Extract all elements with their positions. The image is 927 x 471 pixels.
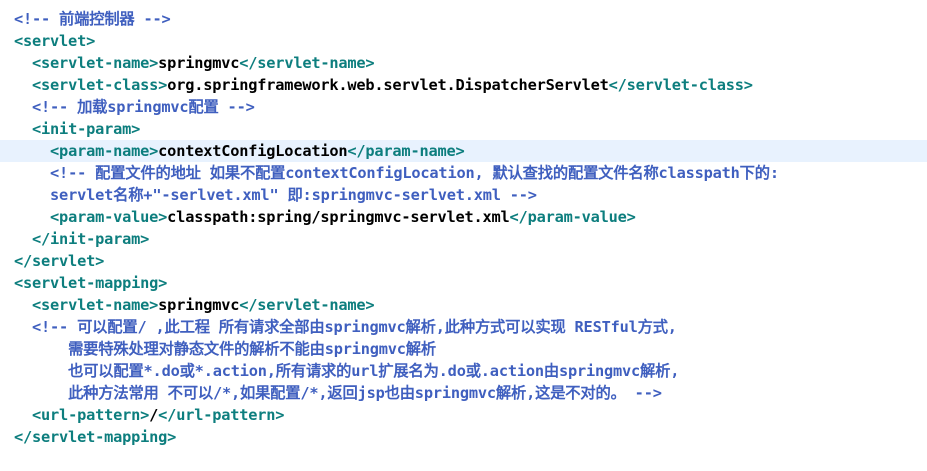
- xml-comment: <!-- 加载springmvc配置 -->: [32, 98, 255, 116]
- xml-tag: <param-name>: [50, 142, 159, 160]
- xml-comment: 也可以配置*.do或*.action,所有请求的url扩展名为.do或.acti…: [68, 362, 680, 380]
- xml-tag: <param-value>: [50, 208, 168, 226]
- code-line-current[interactable]: <param-name>contextConfigLocation</param…: [0, 140, 927, 162]
- code-line[interactable]: <servlet-name>springmvc</servlet-name>: [0, 294, 927, 316]
- code-line[interactable]: <!-- 配置文件的地址 如果不配置contextConfigLocation,…: [0, 162, 927, 184]
- xml-tag: </servlet>: [14, 252, 105, 270]
- xml-tag: </servlet-mapping>: [14, 428, 177, 446]
- xml-value: org.springframework.web.servlet.Dispatch…: [167, 76, 609, 94]
- xml-comment: servlet名称+"-serlvet.xml" 即:springmvc-ser…: [50, 186, 537, 204]
- xml-value: contextConfigLocation: [158, 142, 348, 160]
- xml-value: classpath:spring/springmvc-servlet.xml: [167, 208, 510, 226]
- xml-value: springmvc: [158, 296, 240, 314]
- xml-comment: 此种方法常用 不可以/*,如果配置/*,返回jsp也由springmvc解析,这…: [68, 384, 662, 402]
- xml-comment: <!-- 配置文件的地址 如果不配置contextConfigLocation,…: [50, 164, 779, 182]
- xml-tag: <servlet-class>: [32, 76, 168, 94]
- xml-tag: <servlet-name>: [32, 54, 159, 72]
- xml-tag: </servlet-class>: [608, 76, 753, 94]
- xml-tag: <servlet-mapping>: [14, 274, 168, 292]
- xml-tag: </param-name>: [347, 142, 465, 160]
- xml-tag: </servlet-name>: [239, 296, 375, 314]
- code-line[interactable]: <!-- 加载springmvc配置 -->: [0, 96, 927, 118]
- xml-tag: <servlet>: [14, 32, 96, 50]
- code-editor[interactable]: <!-- 前端控制器 --> <servlet> <servlet-name>s…: [0, 0, 927, 471]
- code-line[interactable]: <url-pattern>/</url-pattern>: [0, 404, 927, 426]
- xml-comment: <!-- 可以配置/ ,此工程 所有请求全部由springmvc解析,此种方式可…: [32, 318, 677, 336]
- code-line[interactable]: <param-value>classpath:spring/springmvc-…: [0, 206, 927, 228]
- code-line[interactable]: <!-- 前端控制器 -->: [0, 8, 927, 30]
- code-line[interactable]: </servlet-mapping>: [0, 426, 927, 448]
- xml-tag: </servlet-name>: [239, 54, 375, 72]
- xml-comment: <!-- 前端控制器 -->: [14, 10, 171, 28]
- code-line[interactable]: <servlet>: [0, 30, 927, 52]
- xml-tag: </url-pattern>: [158, 406, 285, 424]
- xml-value: /: [149, 406, 159, 424]
- code-line[interactable]: <!-- 可以配置/ ,此工程 所有请求全部由springmvc解析,此种方式可…: [0, 316, 927, 338]
- code-line[interactable]: <init-param>: [0, 118, 927, 140]
- code-line[interactable]: <servlet-name>springmvc</servlet-name>: [0, 52, 927, 74]
- code-line[interactable]: 需要特殊处理对静态文件的解析不能由springmvc解析: [0, 338, 927, 360]
- xml-comment: 需要特殊处理对静态文件的解析不能由springmvc解析: [68, 340, 436, 358]
- xml-tag: </param-value>: [509, 208, 636, 226]
- code-line[interactable]: </init-param>: [0, 228, 927, 250]
- code-line[interactable]: <servlet-mapping>: [0, 272, 927, 294]
- code-line[interactable]: <servlet-class>org.springframework.web.s…: [0, 74, 927, 96]
- xml-tag: <url-pattern>: [32, 406, 150, 424]
- xml-tag: <init-param>: [32, 120, 141, 138]
- code-line[interactable]: 此种方法常用 不可以/*,如果配置/*,返回jsp也由springmvc解析,这…: [0, 382, 927, 404]
- code-line[interactable]: </servlet>: [0, 250, 927, 272]
- xml-tag: </init-param>: [32, 230, 150, 248]
- code-line[interactable]: 也可以配置*.do或*.action,所有请求的url扩展名为.do或.acti…: [0, 360, 927, 382]
- xml-value: springmvc: [158, 54, 240, 72]
- code-line[interactable]: servlet名称+"-serlvet.xml" 即:springmvc-ser…: [0, 184, 927, 206]
- xml-tag: <servlet-name>: [32, 296, 159, 314]
